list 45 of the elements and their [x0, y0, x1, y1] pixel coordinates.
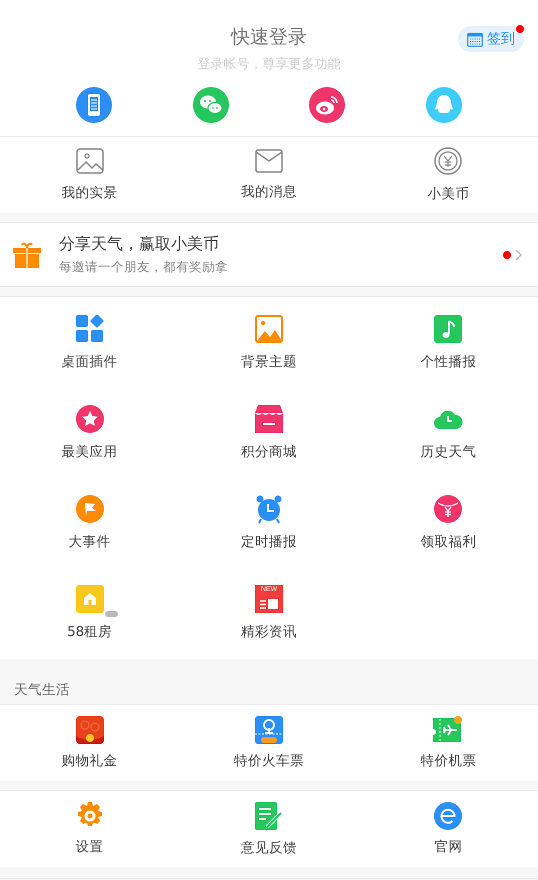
phone-icon[interactable]: [76, 87, 112, 123]
feature-item[interactable]: 桌面插件: [0, 297, 180, 387]
chat-bubbles-icon[interactable]: [192, 87, 229, 123]
account-link[interactable]: 小美币: [427, 185, 470, 203]
chevron-right-icon[interactable]: [515, 248, 522, 260]
account-link[interactable]: 我的消息: [240, 183, 297, 201]
settings-item[interactable]: 官网: [434, 838, 462, 856]
image-icon: [254, 314, 283, 342]
header-title: 快速登录: [231, 25, 307, 50]
feature-item[interactable]: 领取福利: [358, 477, 538, 567]
plane-ticket-icon: [433, 716, 464, 744]
train-ticket-icon: [254, 716, 283, 744]
image-icon: [76, 148, 104, 174]
feature-item[interactable]: 最美应用: [0, 387, 180, 477]
money-envelope-icon: [434, 494, 462, 522]
calendar-icon: [467, 32, 483, 46]
note-pencil-icon: [254, 801, 284, 831]
settings-item[interactable]: 意见反馈: [240, 839, 297, 857]
gift-icon: [13, 240, 41, 268]
feature-item[interactable]: 历史天气: [358, 387, 538, 477]
feature-item[interactable]: 积分商城: [179, 387, 359, 477]
feature-item[interactable]: 大事件: [0, 477, 180, 567]
newspaper-icon: [254, 584, 283, 612]
feature-item[interactable]: 58租房: [0, 567, 180, 657]
envelope-icon: [254, 149, 283, 173]
settings-item[interactable]: 设置: [76, 838, 104, 856]
feature-item[interactable]: 个性播报: [358, 297, 538, 387]
promo-title: 分享天气，赢取小美币: [59, 234, 220, 254]
feature-item[interactable]: 背景主题: [179, 297, 359, 387]
service-item[interactable]: 特价机票: [420, 752, 476, 770]
house-icon: [76, 584, 104, 612]
promo-subtitle: 每邀请一个朋友，都有奖励拿: [59, 258, 229, 276]
feature-item[interactable]: 定时播报: [179, 477, 359, 567]
service-item[interactable]: 购物礼金: [62, 752, 118, 770]
music-note-icon: [434, 314, 462, 342]
yen-coin-icon: [434, 147, 462, 175]
flag-icon: [76, 494, 104, 522]
shop-icon: [254, 404, 283, 432]
alarm-clock-icon: [254, 494, 283, 524]
service-item[interactable]: 特价火车票: [234, 752, 304, 770]
browser-e-icon: [434, 802, 462, 830]
widgets-icon: [76, 314, 104, 342]
eye-wave-icon[interactable]: [309, 87, 346, 123]
account-link[interactable]: 我的实景: [62, 184, 118, 202]
penguin-icon[interactable]: [426, 87, 462, 123]
